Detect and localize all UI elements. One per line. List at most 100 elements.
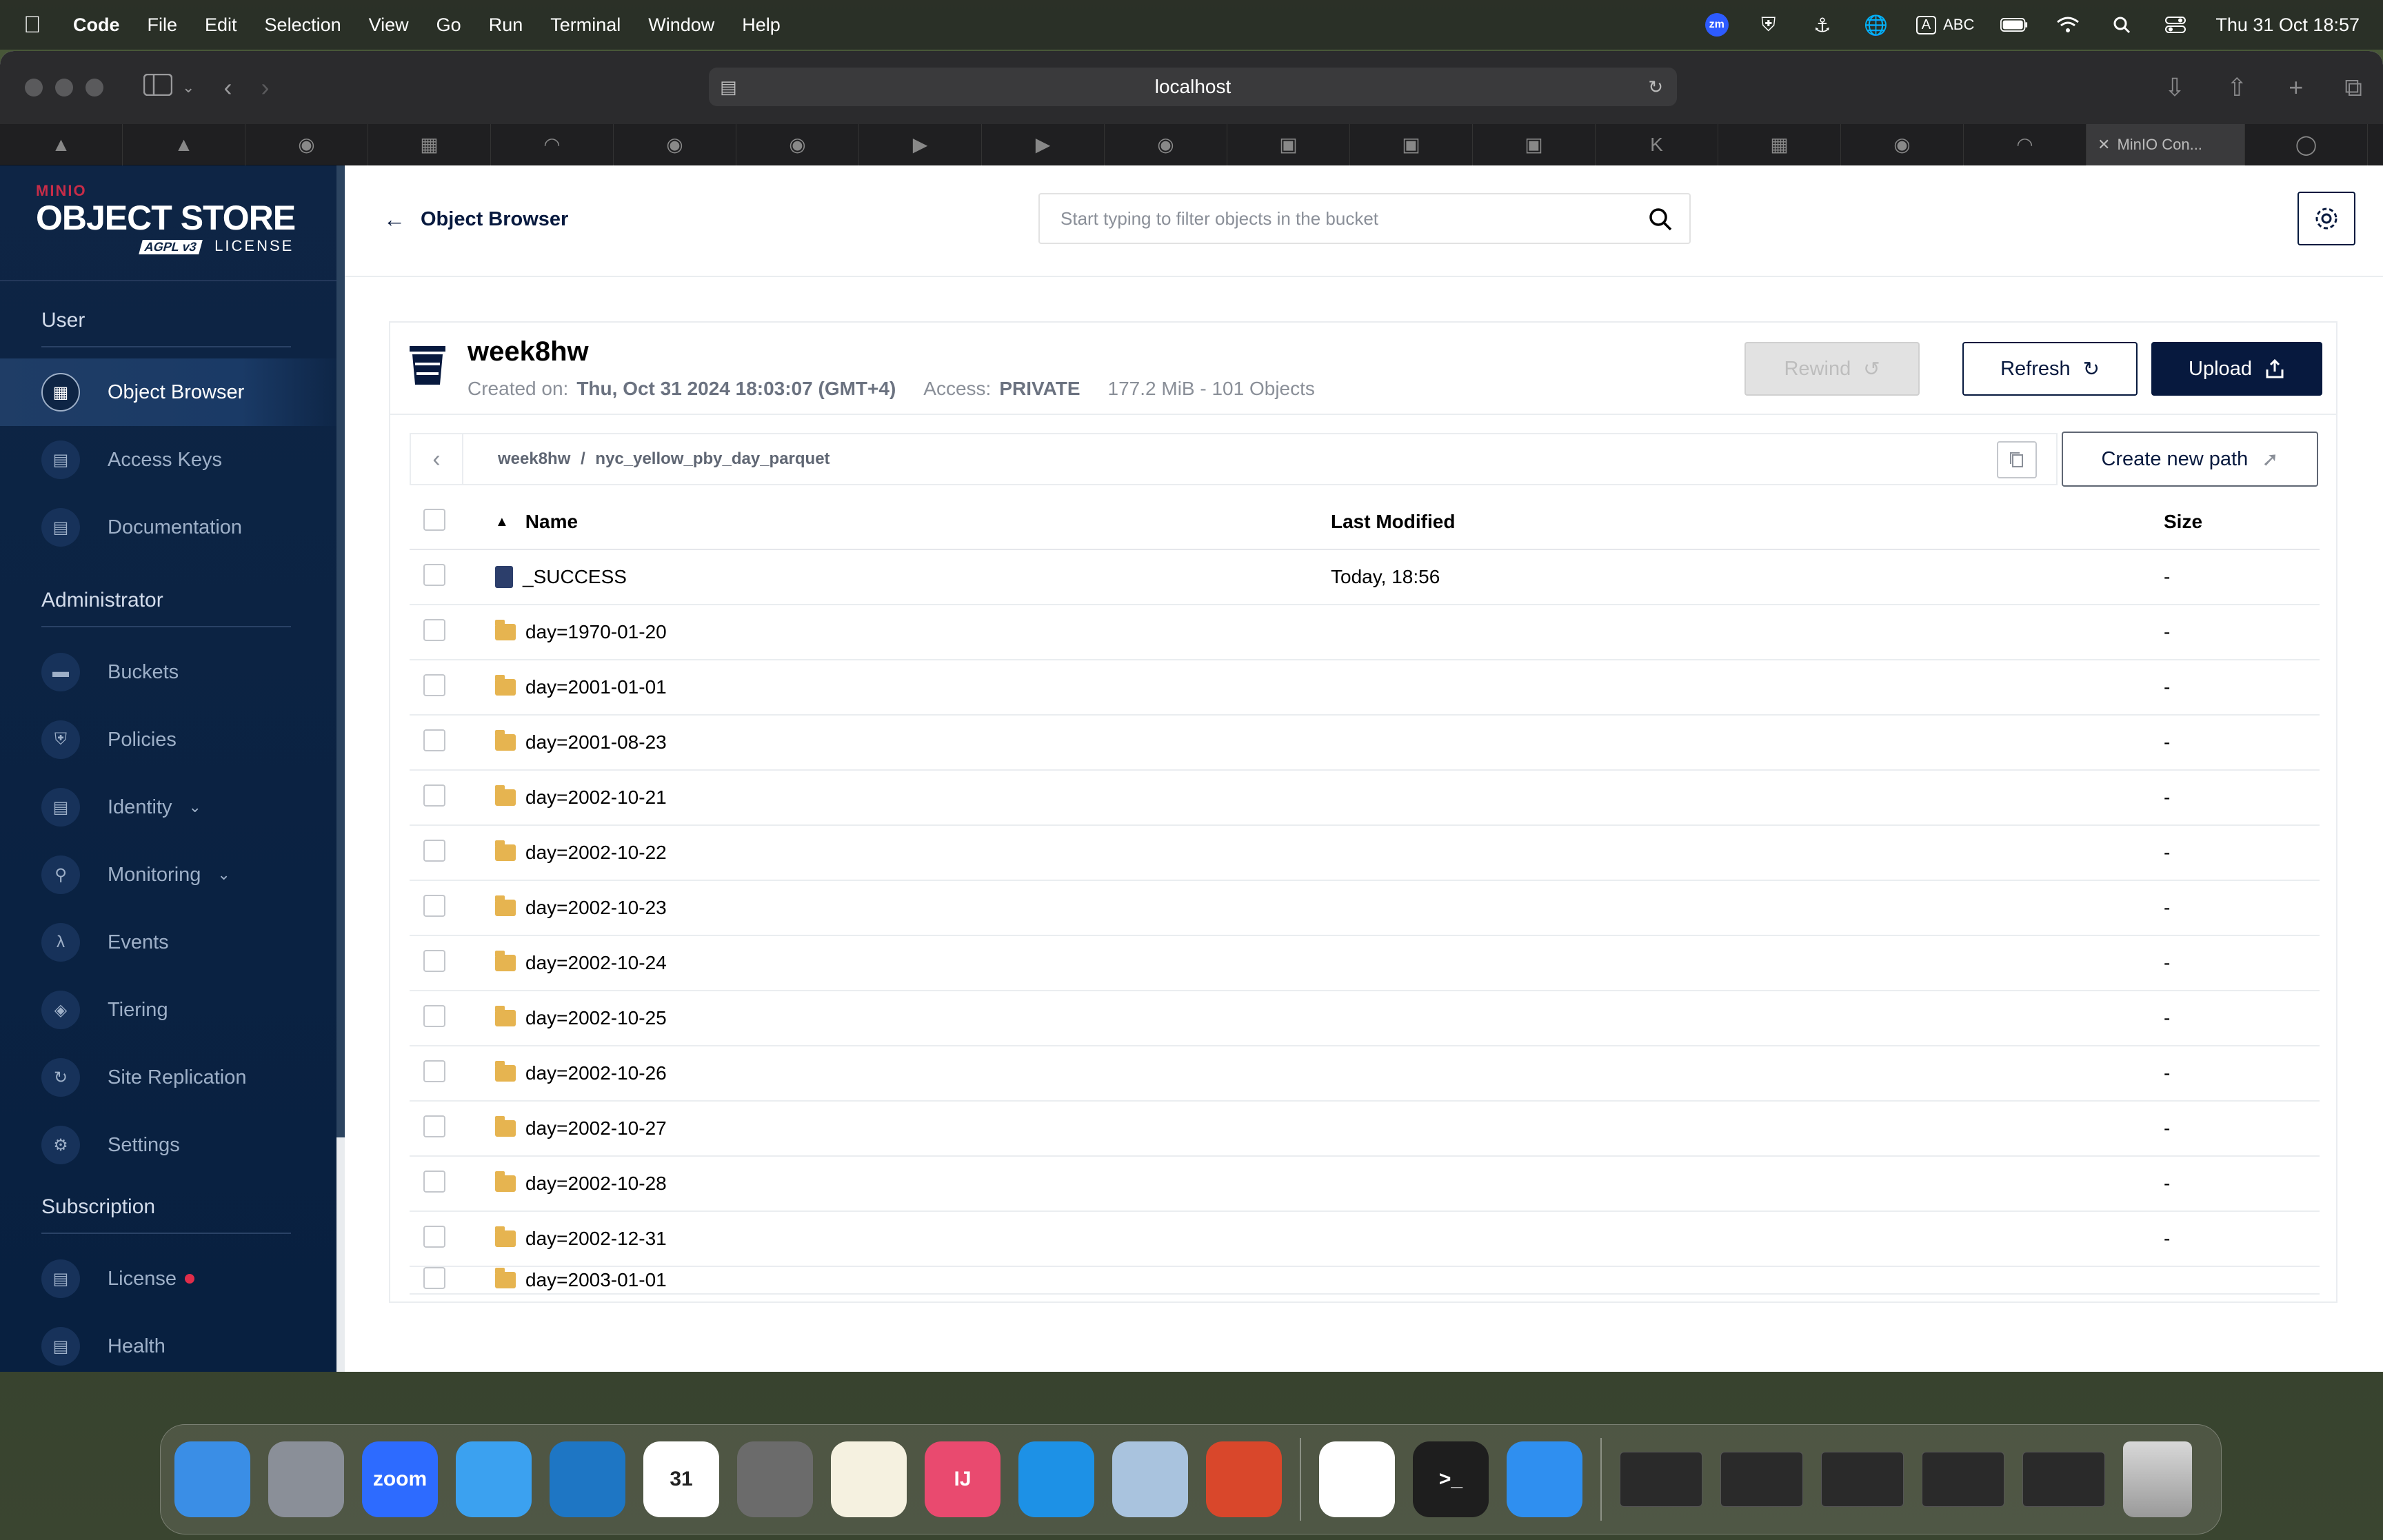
sidebar-item-settings[interactable]: ⚙ Settings	[0, 1111, 345, 1179]
row-checkbox[interactable]	[423, 1060, 445, 1082]
pinned-tab[interactable]: ▶	[982, 123, 1105, 165]
calendar-icon[interactable]: 31	[643, 1441, 719, 1517]
menu-window[interactable]: Window	[648, 14, 714, 36]
vscode-icon[interactable]	[550, 1441, 625, 1517]
table-row[interactable]: day=1970-01-20 -	[410, 605, 2320, 660]
row-checkbox[interactable]	[423, 1170, 445, 1193]
last-modified-column-header[interactable]: Last Modified	[1331, 511, 2164, 533]
battery-icon[interactable]	[2000, 11, 2028, 39]
pinned-tab[interactable]: ◠	[491, 123, 614, 165]
table-row[interactable]: day=2003-01-01	[410, 1267, 2320, 1295]
object-name[interactable]: day=2002-10-25	[525, 1007, 667, 1029]
path-back-button[interactable]: ‹	[411, 433, 463, 485]
row-checkbox[interactable]	[423, 1267, 445, 1289]
row-checkbox[interactable]	[423, 1004, 445, 1027]
pinned-tab[interactable]: ◉	[736, 123, 859, 165]
pinned-tab[interactable]: ◯	[2245, 123, 2368, 165]
new-tab-icon[interactable]: +	[2289, 73, 2303, 103]
page-settings-icon[interactable]: ▤	[720, 77, 737, 98]
menu-selection[interactable]: Selection	[265, 14, 341, 36]
address-bar[interactable]: ▤ localhost ↻	[709, 68, 1677, 106]
remote-desktop-icon[interactable]	[1206, 1441, 1282, 1517]
sidebar-toggle-icon[interactable]	[143, 73, 173, 102]
table-row[interactable]: day=2002-10-25 -	[410, 991, 2320, 1046]
pinned-tab[interactable]: ▲	[123, 123, 245, 165]
menu-view[interactable]: View	[369, 14, 409, 36]
notes-icon[interactable]	[831, 1441, 907, 1517]
pinned-tab[interactable]: ▦	[368, 123, 491, 165]
pinned-tab[interactable]: ◉	[245, 123, 368, 165]
sidebar-item-events[interactable]: λ Events	[0, 909, 345, 976]
copy-path-button[interactable]	[1997, 441, 2037, 478]
table-row[interactable]: day=2002-10-27 -	[410, 1102, 2320, 1157]
pinned-tab[interactable]: ◉	[1841, 123, 1964, 165]
back-to-object-browser-link[interactable]: ← Object Browser	[383, 207, 568, 232]
sidebar-item-policies[interactable]: ⛨ Policies	[0, 706, 345, 773]
globe-icon[interactable]: 🌐	[1862, 11, 1890, 39]
create-new-path-button[interactable]: Create new path ➚	[2062, 432, 2318, 487]
select-all-checkbox[interactable]	[423, 508, 445, 531]
filter-objects-input[interactable]	[1040, 207, 1633, 230]
pinned-tab[interactable]: ◠	[1964, 123, 2087, 165]
menu-help[interactable]: Help	[742, 14, 781, 36]
pinned-tab[interactable]: ◉	[1105, 123, 1227, 165]
object-name[interactable]: day=2001-01-01	[525, 676, 667, 698]
name-column-header[interactable]: ▲ Name	[495, 511, 1331, 533]
pinned-tab[interactable]: ▣	[1350, 123, 1473, 165]
sidebar-item-tiering[interactable]: ◈ Tiering	[0, 976, 345, 1044]
table-row[interactable]: day=2002-10-22 -	[410, 826, 2320, 881]
pinned-tab[interactable]: ▣	[1473, 123, 1596, 165]
apple-menu-icon[interactable]: 	[23, 12, 65, 39]
minimized-window-thumbnail[interactable]	[2022, 1452, 2105, 1507]
close-window-button[interactable]	[25, 79, 43, 97]
zoom-status-icon[interactable]: zm	[1705, 13, 1729, 37]
row-checkbox[interactable]	[423, 1225, 445, 1248]
docker-status-icon[interactable]: ⚓	[1809, 11, 1836, 39]
object-name[interactable]: day=2002-10-23	[525, 897, 667, 919]
minimized-window-thumbnail[interactable]	[1922, 1452, 2004, 1507]
active-tab[interactable]: ✕ MinIO Con...	[2087, 123, 2245, 165]
menubar-clock[interactable]: Thu 31 Oct 18:57	[2215, 14, 2360, 36]
finder-icon[interactable]	[174, 1441, 250, 1517]
object-name[interactable]: _SUCCESS	[523, 566, 627, 588]
row-checkbox[interactable]	[423, 618, 445, 641]
table-row[interactable]: day=2002-10-23 -	[410, 881, 2320, 936]
object-name[interactable]: day=2002-10-28	[525, 1173, 667, 1195]
object-name[interactable]: day=2002-10-27	[525, 1117, 667, 1139]
object-name[interactable]: day=2003-01-01	[525, 1269, 667, 1291]
sidebar-scroll-thumb[interactable]	[336, 165, 345, 1137]
row-checkbox[interactable]	[423, 839, 445, 862]
docker-icon[interactable]	[1018, 1441, 1094, 1517]
share-icon[interactable]: ⇧	[2226, 73, 2247, 103]
pinned-tab[interactable]: K	[1596, 123, 1718, 165]
rewind-button[interactable]: Rewind ↺	[1744, 342, 1920, 396]
sidebar-item-documentation[interactable]: ▤ Documentation	[0, 494, 345, 561]
table-row[interactable]: day=2001-01-01 -	[410, 660, 2320, 716]
translate-reload-icon[interactable]: ↻	[1648, 77, 1663, 98]
menu-edit[interactable]: Edit	[205, 14, 237, 36]
zoom-icon[interactable]: zoom	[362, 1441, 438, 1517]
breadcrumb-folder[interactable]: nyc_yellow_pby_day_parquet	[595, 449, 829, 468]
minio-logo[interactable]: MINIO OBJECT STORE AGPL v3 LICENSE	[0, 165, 345, 281]
row-checkbox[interactable]	[423, 673, 445, 696]
control-center-icon[interactable]	[2162, 11, 2189, 39]
object-name[interactable]: day=2002-10-26	[525, 1062, 667, 1084]
minimized-window-thumbnail[interactable]	[1720, 1452, 1803, 1507]
terminal-icon[interactable]: >_	[1413, 1441, 1489, 1517]
table-row[interactable]: day=2002-10-28 -	[410, 1157, 2320, 1212]
menu-go[interactable]: Go	[436, 14, 461, 36]
row-checkbox[interactable]	[423, 784, 445, 807]
sidebar-scrollbar[interactable]	[336, 165, 345, 1372]
table-row[interactable]: day=2002-12-31 -	[410, 1212, 2320, 1267]
menu-run[interactable]: Run	[489, 14, 523, 36]
object-name[interactable]: day=2002-10-22	[525, 842, 667, 864]
row-checkbox[interactable]	[423, 563, 445, 586]
pgadmin-icon[interactable]	[1112, 1441, 1188, 1517]
minimize-window-button[interactable]	[55, 79, 73, 97]
object-name[interactable]: day=2002-10-21	[525, 787, 667, 809]
launchpad-icon[interactable]	[268, 1441, 344, 1517]
sidebar-item-license[interactable]: ▤ License	[0, 1245, 345, 1313]
pinned-tab[interactable]: ▶	[859, 123, 982, 165]
row-checkbox[interactable]	[423, 894, 445, 917]
minimized-window-thumbnail[interactable]	[1821, 1452, 1904, 1507]
